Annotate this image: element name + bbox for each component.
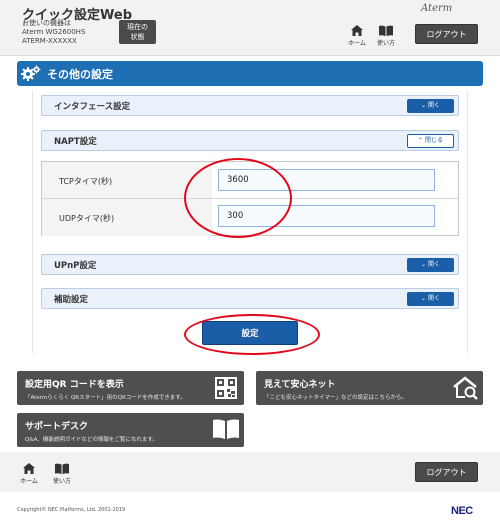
chevron-down-icon: ⌄ — [421, 295, 428, 302]
home-label: ホーム — [348, 40, 366, 47]
chevron-up-icon: ⌃ — [418, 137, 425, 144]
house-search-icon — [453, 376, 478, 400]
chevron-down-icon: ⌄ — [421, 102, 428, 109]
napt-close-button[interactable]: ⌃ 閉じる — [407, 134, 454, 148]
section-interface[interactable]: インタフェース設定 ⌄ 開く — [41, 95, 459, 116]
support-desk-tile[interactable]: サポートデスク Q&A、機能説明ガイドなどの情報をご覧になれます。 — [17, 413, 244, 447]
status-button-line2: 状態 — [130, 33, 145, 41]
footer-home-label: ホーム — [20, 478, 38, 485]
footer-bar: ホーム 使い方 ログアウト — [0, 452, 500, 492]
safe-net-tile-subtitle: 「こども安心ネットタイマー」などの設定はこちらから。 — [264, 395, 408, 401]
help-label: 使い方 — [376, 40, 395, 47]
toggle-label: 閉じる — [424, 137, 443, 144]
page-title-bar: その他の設定 — [17, 61, 483, 86]
device-model: Aterm WG2600HS — [22, 28, 86, 36]
safe-net-tile[interactable]: 見えて安心ネット 「こども安心ネットタイマー」などの設定はこちらから。 — [256, 371, 483, 405]
book-icon — [379, 25, 393, 36]
status-button-line1: 現在の — [127, 23, 148, 31]
header: クイック設定Web お使いの機器は Aterm WG2600HS ATERM-X… — [0, 0, 500, 56]
device-info: お使いの機器は Aterm WG2600HS ATERM-XXXXXX — [22, 19, 85, 46]
section-upnp[interactable]: UPnP設定 ⌄ 開く — [41, 254, 459, 275]
chevron-down-icon: ⌄ — [421, 261, 428, 268]
qr-tile-title: 設定用QR コードを表示 — [25, 380, 124, 390]
device-name: ATERM-XXXXXX — [22, 37, 77, 45]
footer-help-label: 使い方 — [52, 478, 71, 485]
logout-button[interactable]: ログアウト — [415, 24, 478, 44]
support-tile-subtitle: Q&A、機能説明ガイドなどの情報をご覧になれます。 — [25, 437, 158, 443]
toggle-label: 開く — [427, 261, 440, 268]
toggle-label: 開く — [427, 295, 440, 302]
home-icon — [23, 463, 35, 474]
section-napt[interactable]: NAPT設定 ⌃ 閉じる — [41, 130, 459, 151]
nec-logo: NEC — [451, 505, 473, 517]
section-interface-title: インタフェース設定 — [54, 102, 131, 112]
qr-tile-subtitle: 「Atermらくらく QRスタート」用のQRコードを作成できます。 — [25, 395, 186, 401]
section-aux[interactable]: 補助設定 ⌄ 開く — [41, 288, 459, 309]
page-title: その他の設定 — [47, 68, 113, 81]
qr-code-icon — [215, 377, 237, 399]
current-status-button[interactable]: 現在の 状態 — [119, 20, 156, 44]
book-icon — [213, 419, 239, 439]
section-upnp-title: UPnP設定 — [54, 261, 97, 271]
footer-logout-button[interactable]: ログアウト — [415, 462, 478, 482]
upnp-open-button[interactable]: ⌄ 開く — [407, 258, 454, 272]
home-button[interactable]: ホーム — [345, 24, 369, 47]
section-aux-title: 補助設定 — [54, 295, 89, 305]
highlight-ellipse-inputs — [184, 158, 292, 238]
safe-net-tile-title: 見えて安心ネット — [264, 380, 336, 390]
home-icon — [351, 25, 363, 36]
interface-open-button[interactable]: ⌄ 開く — [407, 99, 454, 113]
toggle-label: 開く — [427, 102, 440, 109]
aux-open-button[interactable]: ⌄ 開く — [407, 292, 454, 306]
book-icon — [55, 463, 69, 474]
footer-home-button[interactable]: ホーム — [17, 462, 41, 485]
help-button[interactable]: 使い方 — [374, 24, 398, 47]
qr-code-tile[interactable]: 設定用QR コードを表示 「Atermらくらく QRスタート」用のQRコードを作… — [17, 371, 244, 405]
device-info-line: お使いの機器は — [22, 19, 71, 27]
section-napt-title: NAPT設定 — [54, 137, 97, 147]
gear-icon — [21, 65, 41, 81]
copyright-text: Copyright© NEC Platforms, Ltd. 2001-2019 — [17, 507, 126, 513]
brand-logo: Aterm — [421, 3, 453, 14]
footer-help-button[interactable]: 使い方 — [50, 462, 74, 485]
support-tile-title: サポートデスク — [25, 422, 89, 432]
highlight-ellipse-apply — [184, 314, 320, 355]
